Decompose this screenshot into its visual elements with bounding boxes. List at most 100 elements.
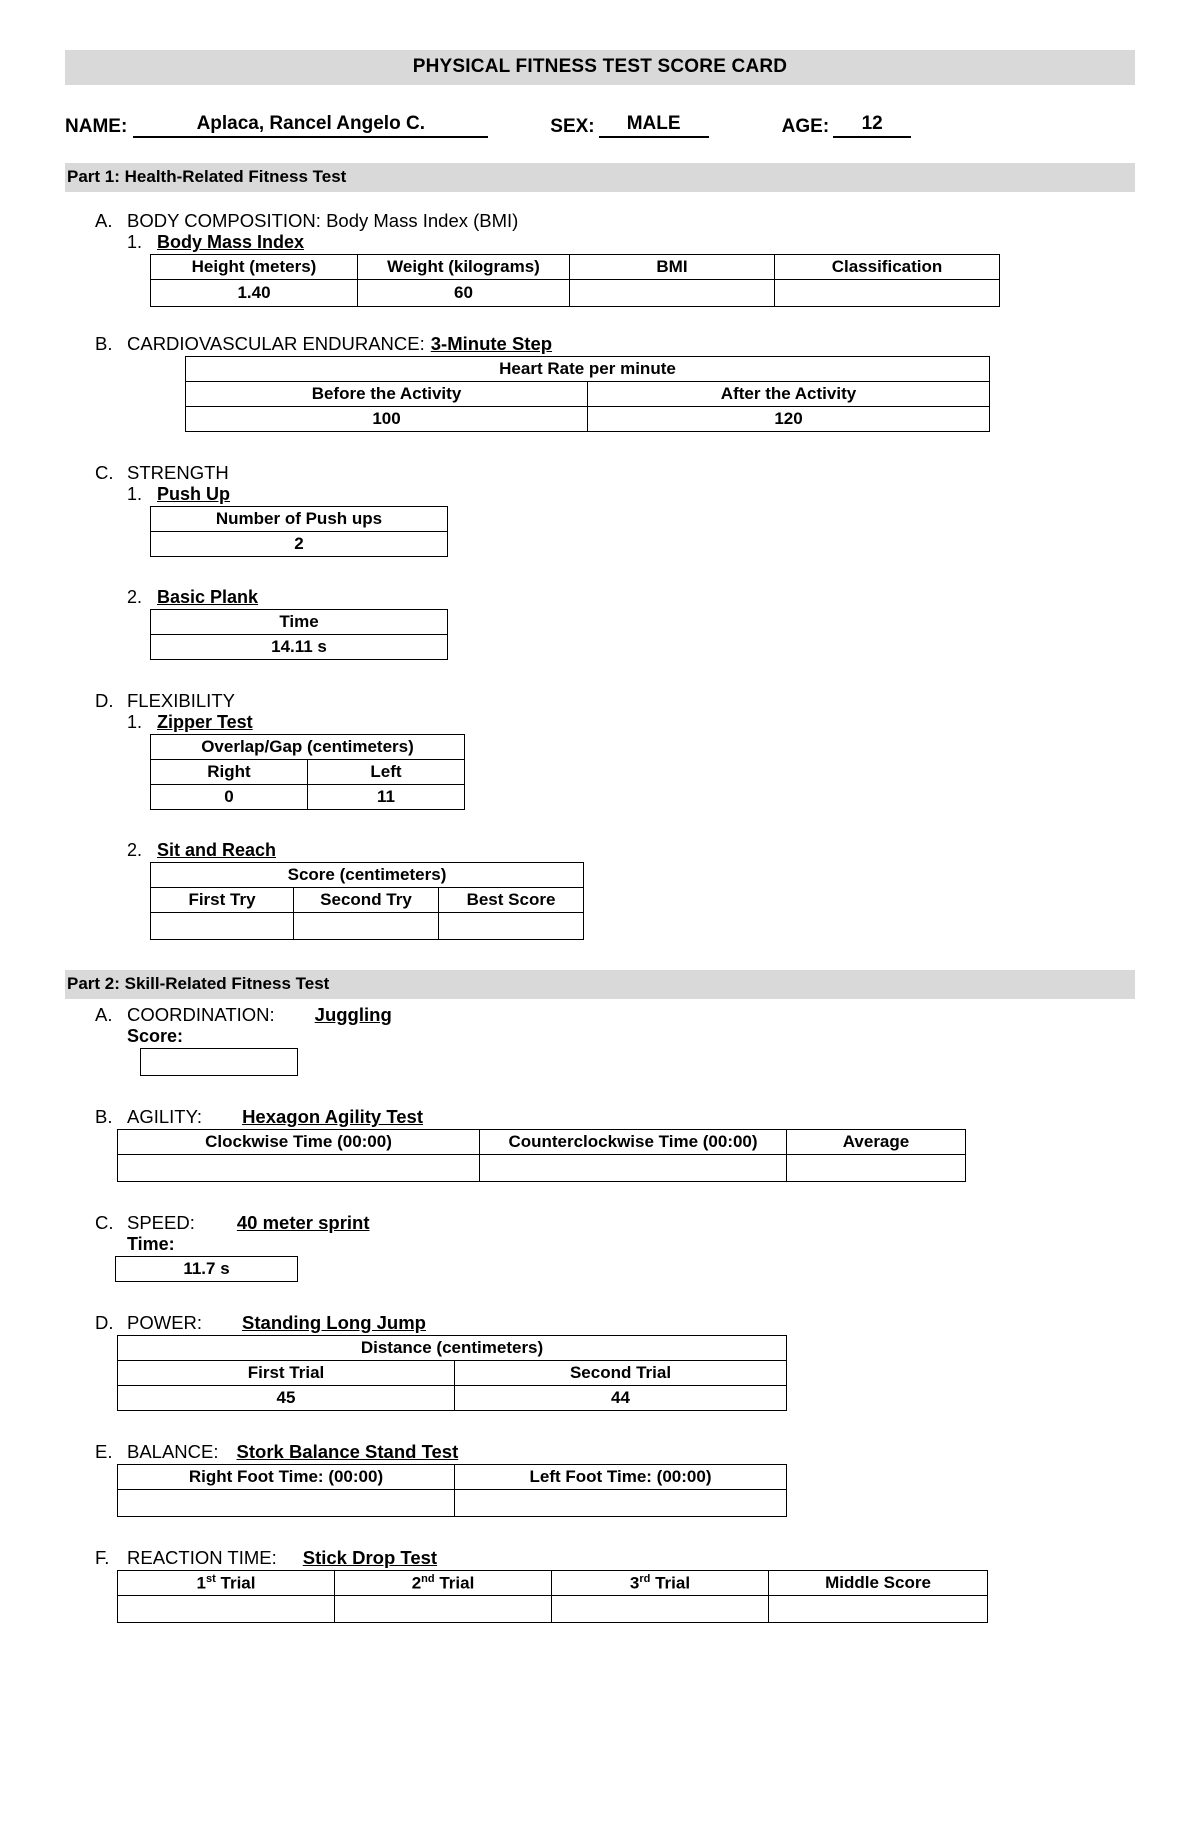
- balance-left-foot-cell[interactable]: [454, 1489, 787, 1517]
- sex-label: SEX:: [550, 116, 595, 137]
- table-header-cell: Second Try: [293, 887, 439, 913]
- bmi-value-cell[interactable]: [569, 279, 775, 307]
- bmi-classification-cell[interactable]: [774, 279, 1000, 307]
- push-up-count-cell[interactable]: 2: [150, 531, 448, 557]
- subsection-number: 2.: [127, 587, 143, 607]
- table-header-cell: 1st Trial: [117, 1570, 335, 1596]
- table-header-cell: BMI: [569, 254, 775, 280]
- table-header-row: Heart Rate per minute: [185, 356, 990, 382]
- table-row: 14.11 s: [150, 634, 448, 660]
- zipper-test-table: Overlap/Gap (centimeters) Right Left 0 1…: [150, 734, 465, 810]
- section-test-name: Standing Long Jump: [242, 1312, 426, 1333]
- subsection-title: Basic Plank: [157, 587, 259, 607]
- section-letter: B.: [95, 1106, 113, 1127]
- section-title: SPEED:: [127, 1212, 195, 1233]
- bmi-weight-cell[interactable]: 60: [357, 279, 570, 307]
- section-test-name: Stick Drop Test: [302, 1547, 438, 1568]
- table-header-cell: Before the Activity: [185, 381, 588, 407]
- agility-average-cell[interactable]: [786, 1154, 966, 1182]
- table-header-cell: Average: [786, 1129, 966, 1155]
- coordination-score-cell[interactable]: [140, 1048, 298, 1076]
- reaction-trial3-cell[interactable]: [551, 1595, 769, 1623]
- table-header-cell: 2nd Trial: [334, 1570, 552, 1596]
- age-field[interactable]: 12: [833, 113, 912, 138]
- table-header-cell: Time: [150, 609, 448, 635]
- section-letter: D.: [95, 1312, 114, 1333]
- section-flexibility: D. FLEXIBILITY: [95, 690, 1135, 712]
- section-body-composition: A. BODY COMPOSITION: Body Mass Index (BM…: [95, 210, 1135, 232]
- sex-field[interactable]: MALE: [598, 113, 709, 138]
- table-header-cell: Second Trial: [454, 1360, 787, 1386]
- subsection-basic-plank: 2. Basic Plank: [127, 587, 1135, 608]
- reaction-trial2-cell[interactable]: [334, 1595, 552, 1623]
- agility-counterclockwise-cell[interactable]: [479, 1154, 787, 1182]
- table-row: [140, 1048, 298, 1076]
- table-header-cell: After the Activity: [587, 381, 990, 407]
- sit-reach-second-try-cell[interactable]: [293, 912, 439, 940]
- section-letter: B.: [95, 333, 113, 354]
- balance-right-foot-cell[interactable]: [117, 1489, 455, 1517]
- speed-time-label: Time:: [127, 1234, 175, 1254]
- power-second-trial-cell[interactable]: 44: [454, 1385, 787, 1411]
- push-up-table: Number of Push ups 2: [150, 506, 448, 557]
- reaction-trial1-cell[interactable]: [117, 1595, 335, 1623]
- table-header-row: Overlap/Gap (centimeters): [150, 734, 465, 760]
- heart-rate-before-cell[interactable]: 100: [185, 406, 588, 432]
- table-row: [150, 912, 584, 940]
- section-balance: E. BALANCE: Stork Balance Stand Test: [95, 1441, 1135, 1463]
- table-header-cell: First Try: [150, 887, 294, 913]
- table-span-header-cell: Score (centimeters): [150, 862, 584, 888]
- reaction-middle-score-cell[interactable]: [768, 1595, 988, 1623]
- section-agility: B. AGILITY: Hexagon Agility Test: [95, 1106, 1135, 1128]
- section-title: CARDIOVASCULAR ENDURANCE:: [127, 333, 425, 354]
- coordination-score-table: [140, 1048, 298, 1076]
- section-speed: C. SPEED: 40 meter sprint: [95, 1212, 1135, 1234]
- section-test-name: Juggling: [314, 1004, 392, 1025]
- table-row: 0 11: [150, 784, 465, 810]
- table-header-cell: First Trial: [117, 1360, 455, 1386]
- bmi-height-cell[interactable]: 1.40: [150, 279, 358, 307]
- table-header-row: 1st Trial 2nd Trial 3rd Trial Middle Sco…: [117, 1570, 988, 1596]
- basic-plank-time-cell[interactable]: 14.11 s: [150, 634, 448, 660]
- table-row: 11.7 s: [115, 1256, 298, 1282]
- zipper-right-cell[interactable]: 0: [150, 784, 308, 810]
- table-header-row: First Try Second Try Best Score: [150, 887, 584, 913]
- name-field[interactable]: Aplaca, Rancel Angelo C.: [133, 113, 489, 138]
- section-title: FLEXIBILITY: [127, 690, 235, 711]
- speed-time-cell[interactable]: 11.7 s: [115, 1256, 298, 1282]
- sit-reach-first-try-cell[interactable]: [150, 912, 294, 940]
- table-header-row: Distance (centimeters): [117, 1335, 787, 1361]
- part1-banner: Part 1: Health-Related Fitness Test: [65, 163, 1135, 192]
- section-test-name: 3-Minute Step: [430, 333, 553, 354]
- subsection-number: 1.: [127, 484, 143, 504]
- section-power: D. POWER: Standing Long Jump: [95, 1312, 1135, 1334]
- agility-table: Clockwise Time (00:00) Counterclockwise …: [117, 1129, 966, 1182]
- table-header-cell: 3rd Trial: [551, 1570, 769, 1596]
- page-title: PHYSICAL FITNESS TEST SCORE CARD: [65, 50, 1135, 85]
- zipper-left-cell[interactable]: 11: [307, 784, 465, 810]
- coordination-score-label: Score:: [127, 1026, 184, 1046]
- section-letter: C.: [95, 462, 114, 483]
- table-header-row: First Trial Second Trial: [117, 1360, 787, 1386]
- agility-clockwise-cell[interactable]: [117, 1154, 480, 1182]
- table-row: [117, 1489, 787, 1517]
- subsection-zipper-test: 1. Zipper Test: [127, 712, 1135, 733]
- table-header-row: Before the Activity After the Activity: [185, 381, 990, 407]
- table-header-cell: Classification: [774, 254, 1000, 280]
- subsection-number: 2.: [127, 840, 143, 860]
- section-cardiovascular-endurance: B. CARDIOVASCULAR ENDURANCE: 3-Minute St…: [95, 333, 1135, 355]
- power-first-trial-cell[interactable]: 45: [117, 1385, 455, 1411]
- section-letter: A.: [95, 1004, 113, 1025]
- table-span-header-cell: Heart Rate per minute: [185, 356, 990, 382]
- age-label: AGE:: [781, 116, 830, 137]
- heart-rate-after-cell[interactable]: 120: [587, 406, 990, 432]
- sit-reach-best-score-cell[interactable]: [438, 912, 584, 940]
- table-row: 2: [150, 531, 448, 557]
- section-letter: D.: [95, 690, 114, 711]
- table-row: 1.40 60: [150, 279, 1000, 307]
- table-header-cell: Counterclockwise Time (00:00): [479, 1129, 787, 1155]
- table-header-cell: Number of Push ups: [150, 506, 448, 532]
- table-row: 100 120: [185, 406, 990, 432]
- section-title: BALANCE:: [127, 1441, 219, 1462]
- subsection-title: Sit and Reach: [157, 840, 277, 860]
